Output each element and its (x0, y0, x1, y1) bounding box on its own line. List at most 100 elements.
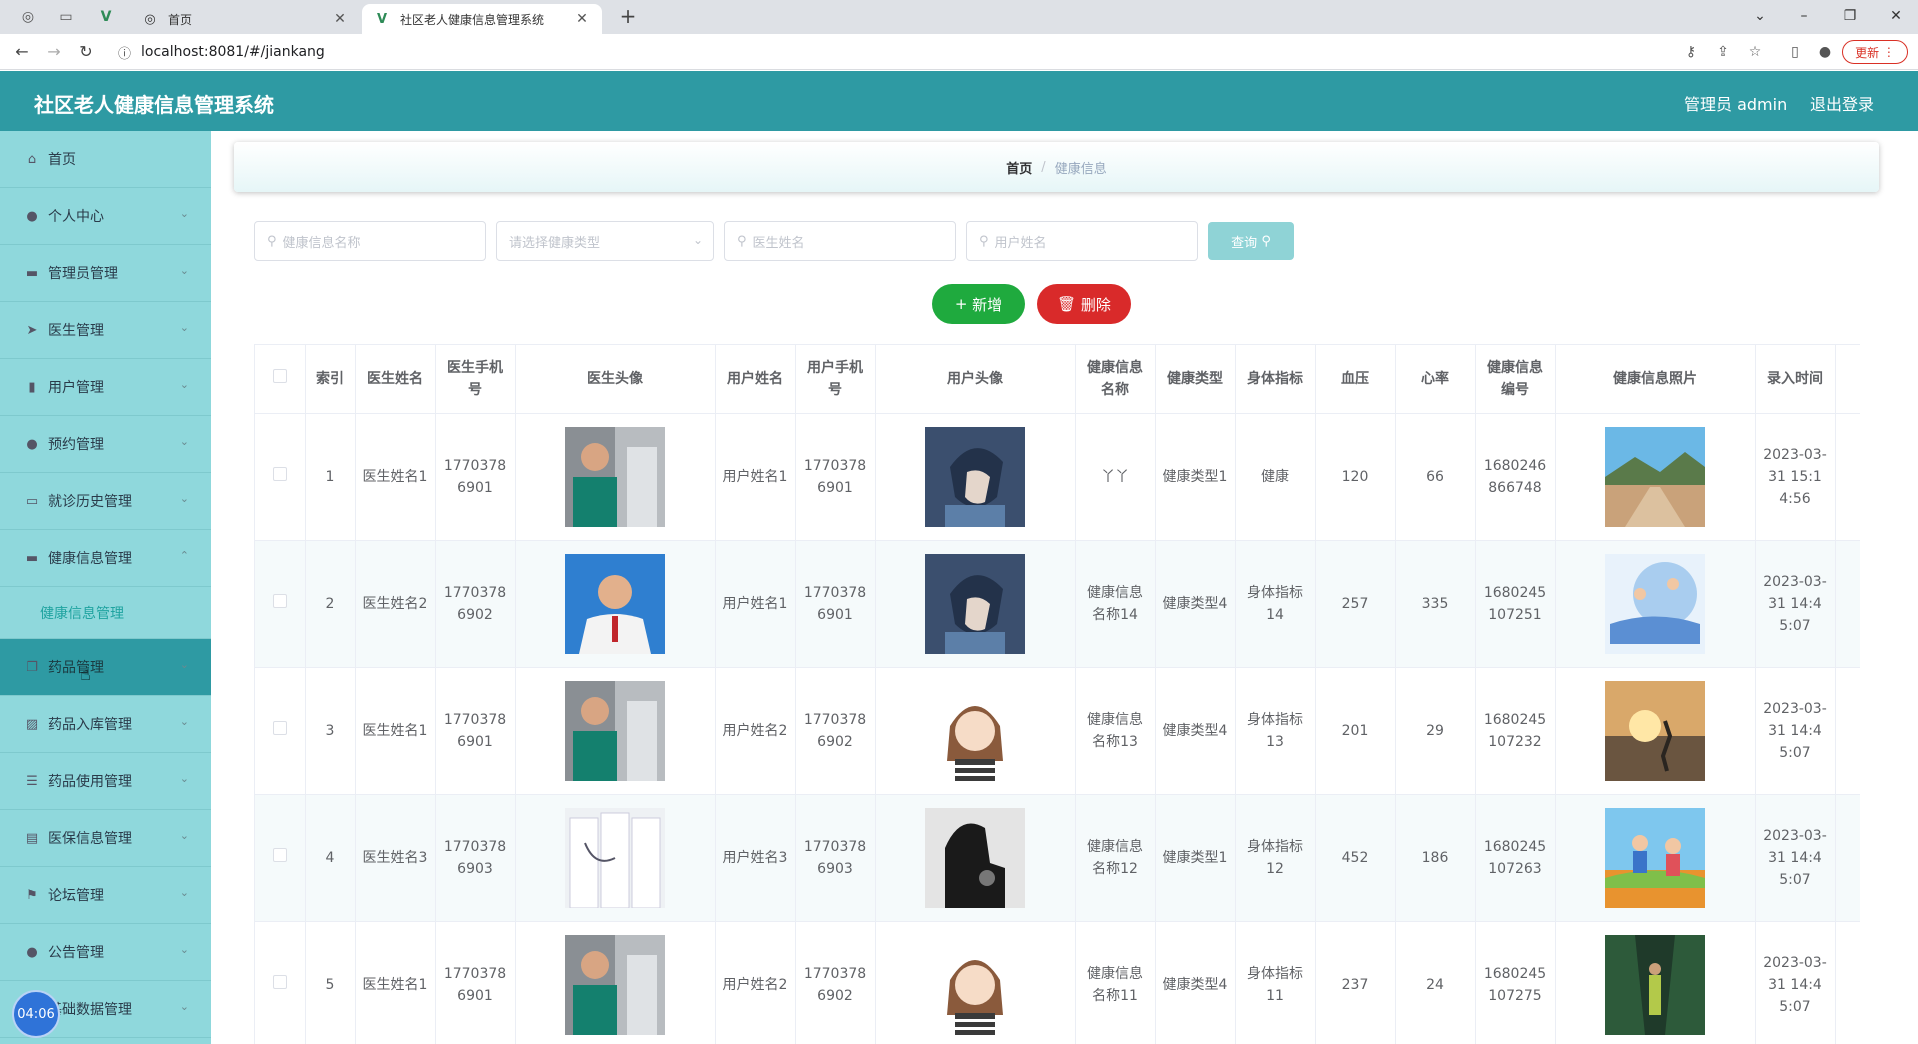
cell-user-phone: 17703786902 (795, 667, 876, 795)
health-photo (1555, 413, 1756, 541)
cell-doctor-phone: 17703786901 (435, 667, 516, 795)
delete-button[interactable]: 🗑 删除 (1037, 284, 1131, 324)
profile-icon[interactable]: ● (1814, 41, 1836, 63)
sidebar-item-forum[interactable]: ⚑ 论坛管理 ⌄ (0, 867, 211, 924)
table-row[interactable]: 3 医生姓名1 17703786901 用户姓名2 17703786902 健康… (255, 667, 1860, 795)
sidebar-subitem-health-info[interactable]: 健康信息管理 (0, 587, 211, 639)
blank-tab-icon[interactable]: ▭ (54, 6, 78, 28)
app-header: 社区老人健康信息管理系统 管理员 admin 退出登录 (0, 71, 1918, 131)
sidebar-item-label: 药品使用管理 (48, 774, 132, 790)
sidebar-item-medicine[interactable]: ❐ 药品管理 ⌄ (0, 639, 211, 696)
cell-indicator: 身体指标12 (1235, 794, 1316, 922)
health-type-select[interactable]: 请选择健康类型 ⌄ (496, 221, 714, 261)
user-avatar (875, 794, 1076, 922)
column-header: 录入时间 (1755, 345, 1836, 414)
star-icon[interactable]: ☆ (1744, 41, 1766, 63)
chevron-down-icon: ⌄ (179, 321, 189, 334)
row-checkbox[interactable] (255, 921, 306, 1044)
vue-logo-icon[interactable]: V (94, 6, 118, 28)
table-header-row: 索引 医生姓名 医生手机号 医生头像 用户姓名 用户手机号 用户头像 健康信息名… (255, 345, 1860, 414)
tab-search-icon[interactable]: ⌄ (1740, 4, 1780, 28)
breadcrumb: 首页 / 健康信息 (234, 142, 1879, 192)
health-name-search-input[interactable]: ⚲ 健康信息名称 (254, 221, 486, 261)
cell-doctor-phone: 17703786901 (435, 921, 516, 1044)
update-button[interactable]: 更新 ⋮ (1842, 40, 1908, 64)
sidebar-item-appointments[interactable]: ● 预约管理 ⌄ (0, 416, 211, 473)
health-photo (1555, 667, 1756, 795)
doctor-avatar (515, 794, 716, 922)
row-checkbox[interactable] (255, 540, 306, 668)
sidebar-item-admins[interactable]: ▬ 管理员管理 ⌄ (0, 245, 211, 302)
cell-info-name: 健康信息名称11 (1075, 921, 1156, 1044)
close-icon[interactable]: ✕ (574, 11, 590, 27)
sidebar-item-medicine-usage[interactable]: ☰ 药品使用管理 ⌄ (0, 753, 211, 810)
table-row[interactable]: 5 医生姓名1 17703786901 用户姓名2 17703786902 健康… (255, 921, 1860, 1044)
browser-tab-active[interactable]: V 社区老人健康信息管理系统 ✕ (362, 4, 602, 34)
home-icon: ⌂ (27, 151, 37, 167)
breadcrumb-home[interactable]: 首页 (1006, 158, 1032, 177)
chevron-down-icon: ⌄ (179, 435, 189, 448)
cell-type: 健康类型1 (1155, 794, 1236, 922)
new-tab-button[interactable]: + (616, 6, 640, 28)
cell-type: 健康类型4 (1155, 540, 1236, 668)
row-checkbox[interactable] (255, 667, 306, 795)
sidepanel-icon[interactable]: ▯ (1784, 41, 1806, 63)
sidebar-item-profile[interactable]: ● 个人中心 ⌄ (0, 188, 211, 245)
sidebar-item-home[interactable]: ⌂ 首页 (0, 131, 211, 188)
close-icon[interactable]: ✕ (332, 11, 348, 27)
pointer-cursor-icon: ☝ (80, 664, 91, 685)
sidebar-item-users[interactable]: ▮ 用户管理 ⌄ (0, 359, 211, 416)
cell-spacer (1835, 540, 1860, 668)
sidebar-item-health-info[interactable]: ▬ 健康信息管理 ⌃ (0, 530, 211, 587)
restore-icon[interactable]: ❐ (1830, 4, 1870, 28)
sidebar-item-medicine-stock[interactable]: ▨ 药品入库管理 ⌄ (0, 696, 211, 753)
sidebar-item-notices[interactable]: ● 公告管理 ⌄ (0, 924, 211, 981)
select-all-checkbox[interactable] (255, 345, 306, 414)
back-icon[interactable]: ← (10, 40, 34, 64)
cell-info-name: 丫丫 (1075, 413, 1156, 541)
window-close-icon[interactable]: ✕ (1876, 4, 1916, 28)
clock-widget[interactable]: 04:06 (12, 990, 60, 1038)
sidebar-item-label: 公告管理 (48, 945, 104, 961)
query-button[interactable]: 查询 ⚲ (1208, 222, 1294, 260)
info-icon[interactable]: ⓘ (118, 43, 131, 62)
doctor-name-search-input[interactable]: ⚲ 医生姓名 (724, 221, 956, 261)
cell-entry-time: 2023-03-31 14:45:07 (1755, 540, 1836, 668)
logout-link[interactable]: 退出登录 (1810, 91, 1874, 115)
breadcrumb-separator: / (1041, 159, 1046, 175)
user-icon: ● (26, 208, 38, 224)
table-row[interactable]: 2 医生姓名2 17703786902 用户姓名1 17703786901 健康… (255, 540, 1860, 668)
table-row[interactable]: 4 医生姓名3 17703786903 用户姓名3 17703786903 健康… (255, 794, 1860, 922)
sidebar-item-label: 个人中心 (48, 209, 104, 225)
sidebar-item-label: 健康信息管理 (40, 605, 124, 622)
add-button[interactable]: + 新增 (932, 284, 1025, 324)
phone-icon: ▮ (28, 379, 36, 395)
column-header: 用户手机号 (795, 345, 876, 414)
app-title: 社区老人健康信息管理系统 (34, 93, 274, 117)
column-header: 索引 (305, 345, 356, 414)
row-checkbox[interactable] (255, 794, 306, 922)
user-name-search-input[interactable]: ⚲ 用户姓名 (966, 221, 1198, 261)
forward-icon[interactable]: → (42, 40, 66, 64)
share-icon[interactable]: ⇪ (1712, 41, 1734, 63)
sidebar-item-visit-history[interactable]: ▭ 就诊历史管理 ⌄ (0, 473, 211, 530)
url-field[interactable]: ⓘ localhost:8081/#/jiankang (106, 38, 1666, 66)
sidebar-item-insurance[interactable]: ▤ 医保信息管理 ⌄ (0, 810, 211, 867)
chevron-down-icon: ⌄ (179, 492, 189, 505)
cell-user-phone: 17703786903 (795, 794, 876, 922)
globe-icon[interactable]: ◎ (16, 6, 40, 28)
chevron-down-icon: ⌄ (179, 772, 189, 785)
table-row[interactable]: 1 医生姓名1 17703786901 用户姓名1 17703786901 丫丫… (255, 413, 1860, 541)
cell-doctor-phone: 17703786901 (435, 413, 516, 541)
row-checkbox[interactable] (255, 413, 306, 541)
sidebar-item-doctors[interactable]: ➤ 医生管理 ⌄ (0, 302, 211, 359)
cell-user-phone: 17703786902 (795, 921, 876, 1044)
reload-icon[interactable]: ↻ (74, 40, 98, 64)
cell-blood-pressure: 452 (1315, 794, 1396, 922)
cell-blood-pressure: 120 (1315, 413, 1396, 541)
key-icon[interactable]: ⚷ (1680, 41, 1702, 63)
minimize-icon[interactable]: – (1784, 4, 1824, 28)
sidebar-item-label: 用户管理 (48, 380, 104, 396)
cell-info-name: 健康信息名称12 (1075, 794, 1156, 922)
browser-tab-home[interactable]: ◎ 首页 ✕ (130, 4, 360, 34)
